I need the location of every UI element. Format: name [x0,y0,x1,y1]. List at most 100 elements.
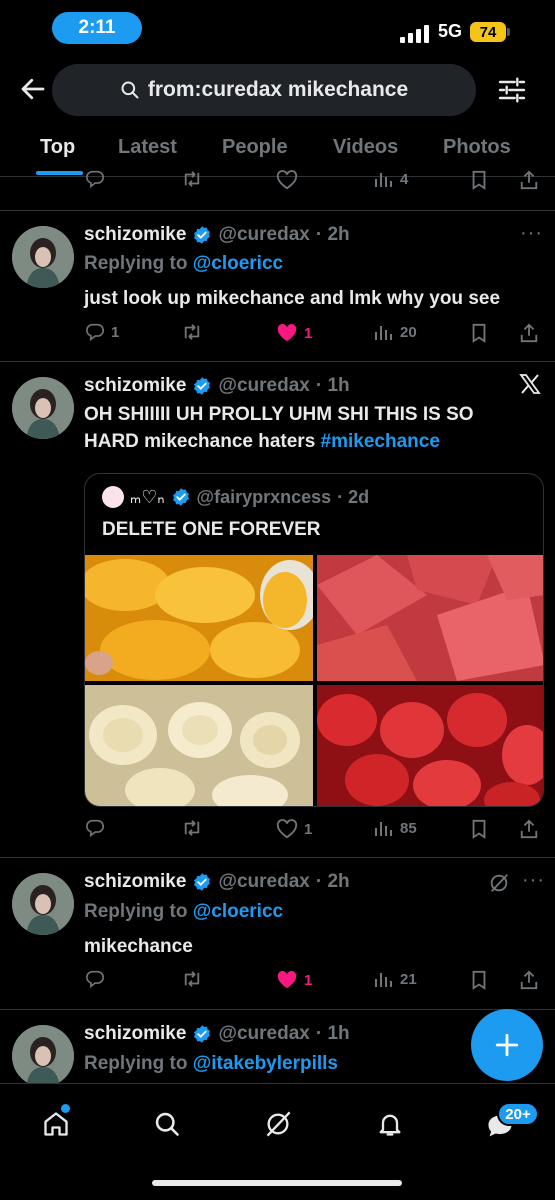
avatar[interactable] [12,226,74,288]
watermelon-image[interactable] [317,555,543,681]
tweet-text-part: HARD mikechance haters [84,431,316,452]
more-options-icon[interactable]: ··· [520,222,543,245]
reply-icon [86,970,104,988]
bookmark-button[interactable] [470,819,488,839]
replying-to-link[interactable]: @cloericc [193,901,283,922]
like-button[interactable]: 1 [276,970,312,990]
replying-to-prefix: Replying to [84,901,188,922]
replying-to: Replying to @cloericc [84,901,283,923]
like-button[interactable]: 1 [276,323,312,343]
retweet-button[interactable] [180,819,204,837]
like-count: 1 [304,971,313,989]
quote-handle[interactable]: @fairyprxncess [197,487,332,508]
replying-to-link[interactable]: @cloericc [193,253,283,274]
back-arrow-icon[interactable] [18,74,48,104]
tab-videos[interactable]: Videos [333,136,398,159]
avatar[interactable] [12,377,74,439]
retweet-icon [184,971,200,987]
search-nav-icon[interactable] [153,1110,181,1143]
replying-to-prefix: Replying to [84,1053,188,1074]
quote-avatar[interactable] [102,486,124,508]
verified-badge-icon [194,1025,211,1043]
home-icon[interactable] [42,1110,70,1143]
bookmark-icon [472,170,486,190]
views-button[interactable]: 4 [374,170,408,188]
replying-to: Replying to @cloericc [84,253,283,275]
banana-image[interactable] [85,685,313,806]
like-button[interactable] [276,170,298,190]
display-name[interactable]: schizomike [84,1023,186,1045]
status-time: 2:11 [52,12,142,44]
retweet-button[interactable] [180,323,204,341]
network-type: 5G [438,21,463,41]
share-button[interactable] [519,170,539,190]
views-count: 85 [400,819,417,837]
tweet-header: schizomike @curedax · 1h [84,375,350,397]
display-name[interactable]: schizomike [84,375,186,397]
views-button[interactable]: 85 [374,819,417,837]
share-icon [520,970,538,990]
grok-nav-icon[interactable] [264,1110,292,1143]
display-name[interactable]: schizomike [84,224,186,246]
handle[interactable]: @curedax [218,375,309,397]
verified-badge-icon [194,377,211,395]
messages-badge: 20+ [497,1102,539,1126]
avatar[interactable] [12,1025,74,1087]
battery-icon: 74 [470,22,506,42]
search-bar[interactable]: from:curedax mikechance [52,64,476,116]
share-icon [520,819,538,839]
quote-display-name[interactable]: ₘ♡ₙ [130,487,165,508]
heart-outline-icon [276,819,298,839]
bookmark-button[interactable] [470,970,488,990]
home-indicator [152,1180,402,1186]
retweet-icon [184,171,200,187]
reply-button[interactable] [85,819,105,837]
tweet-text: just look up mikechance and lmk why you … [84,288,501,309]
strawberry-image[interactable] [317,685,543,806]
more-options-icon[interactable]: ··· [522,869,545,892]
avatar[interactable] [12,873,74,935]
share-button[interactable] [519,819,539,839]
battery-nub [507,28,510,36]
retweet-button[interactable] [180,970,204,988]
filter-settings-icon[interactable] [496,74,528,106]
views-button[interactable]: 21 [374,970,417,988]
verified-badge-icon [194,226,211,244]
quote-timestamp: · 2d [337,486,370,507]
reply-button[interactable] [85,970,105,988]
bookmark-button[interactable] [470,170,488,190]
hashtag-link[interactable]: #mikechance [321,431,440,452]
share-button[interactable] [519,323,539,343]
tab-latest[interactable]: Latest [118,136,177,159]
display-name[interactable]: schizomike [84,871,186,893]
tab-people[interactable]: People [222,136,288,159]
like-button[interactable]: 1 [276,819,312,839]
quoted-tweet[interactable]: ₘ♡ₙ @fairyprxncess · 2d DELETE ONE FOREV… [84,473,544,807]
retweet-button[interactable] [180,170,204,188]
replying-to-link[interactable]: @itakebylerpills [193,1053,338,1074]
reply-button[interactable] [85,170,105,188]
handle[interactable]: @curedax [218,224,309,246]
search-query: from:curedax mikechance [147,78,409,101]
tweet-text-line: HARD mikechance haters #mikechance [84,428,524,455]
views-count: 21 [400,970,417,988]
mango-image[interactable] [85,555,313,681]
timestamp: · 1h [315,1023,350,1044]
share-button[interactable] [519,970,539,990]
reply-button[interactable]: 1 [85,323,119,341]
notifications-bell-icon[interactable] [376,1110,404,1143]
grok-icon[interactable] [488,872,510,899]
views-button[interactable]: 20 [374,323,417,341]
tweet-text-line: OH SHIIIII UH PROLLY UHM SHI THIS IS SO [84,404,474,425]
handle[interactable]: @curedax [218,871,309,893]
views-icon [375,973,392,987]
replying-to: Replying to @itakebylerpills [84,1053,338,1075]
reply-icon [86,323,104,341]
tab-photos[interactable]: Photos [443,136,511,159]
search-icon [121,81,139,99]
timestamp: · 2h [315,871,350,892]
bookmark-button[interactable] [470,323,488,343]
handle[interactable]: @curedax [218,1023,309,1045]
compose-button[interactable] [471,1009,543,1081]
tab-top[interactable]: Top [40,136,75,159]
